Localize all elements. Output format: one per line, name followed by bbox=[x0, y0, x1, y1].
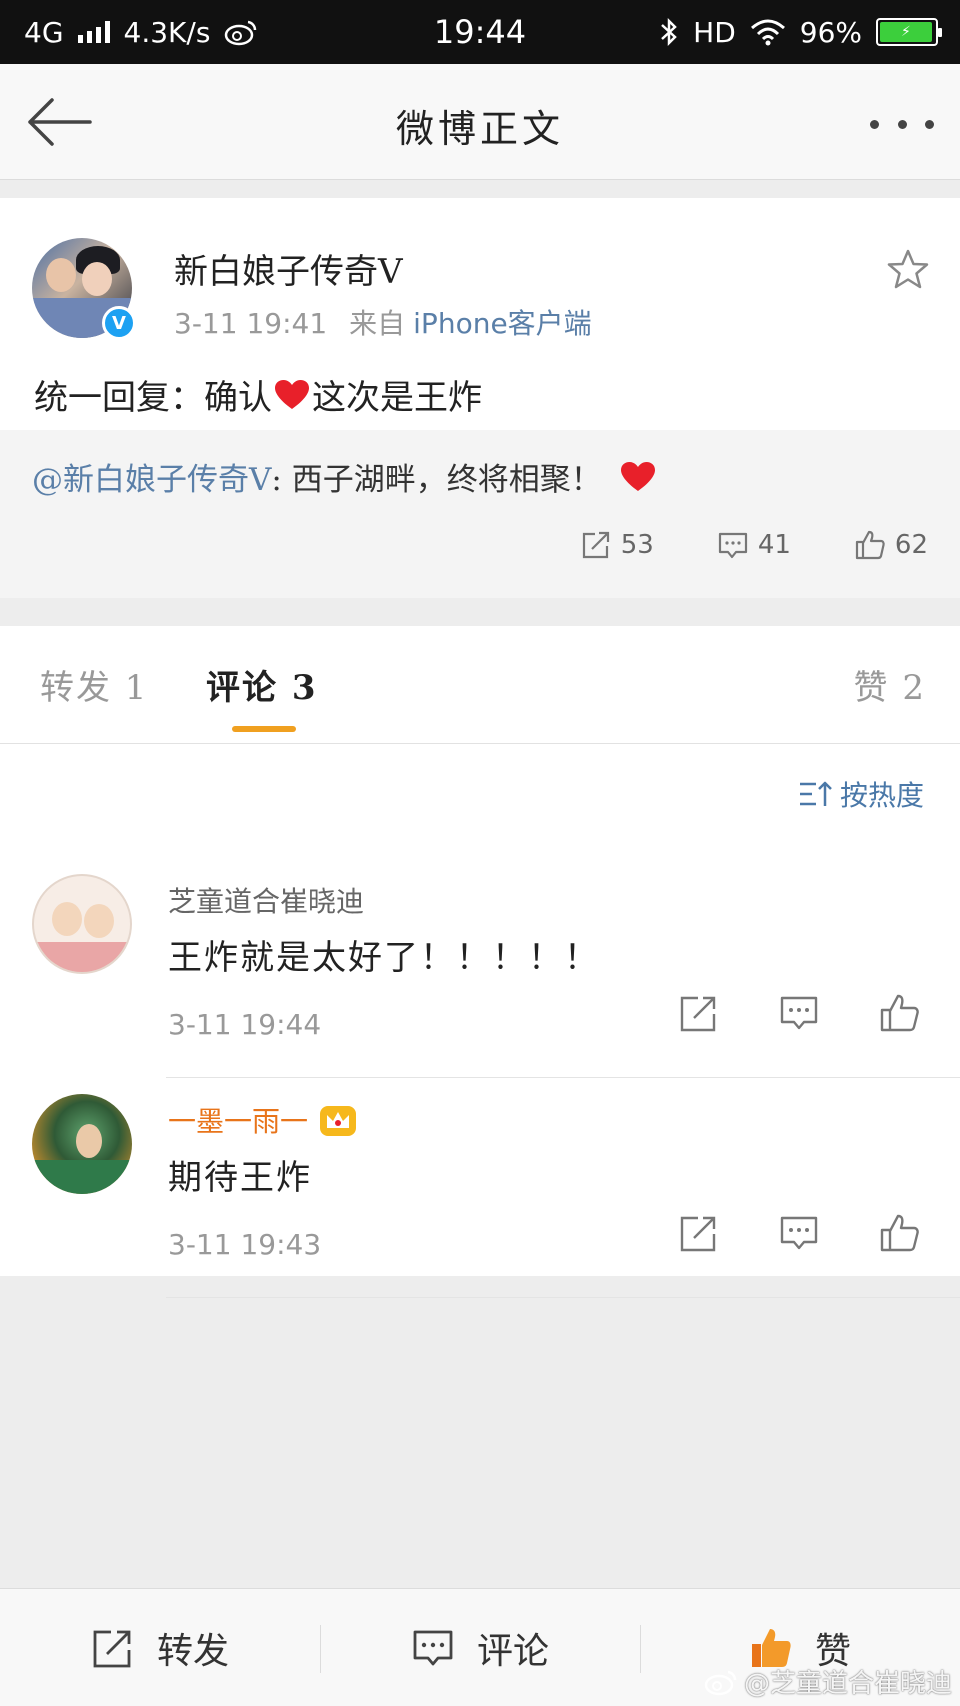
commenter-name-text: 芝童道合崔晓迪 bbox=[168, 885, 365, 918]
post-text-before: 统一回复：确认 bbox=[34, 378, 272, 418]
post-card: V 新白娘子传奇V 3-11 19:41 来自 iPhone客户端 统一回复：确认 … bbox=[0, 198, 960, 598]
battery-percent: 96% bbox=[799, 15, 862, 49]
more-dot-icon bbox=[897, 119, 907, 129]
hd-label: HD bbox=[693, 15, 736, 49]
status-right: HD 96% ⚡ bbox=[659, 15, 942, 49]
comment-count-button[interactable]: 41 bbox=[716, 528, 791, 562]
thumbs-up-icon[interactable] bbox=[878, 1212, 920, 1254]
post-author-name[interactable]: 新白娘子传奇V bbox=[174, 244, 403, 293]
comment-count: 41 bbox=[757, 530, 791, 560]
avatar-robe bbox=[34, 942, 130, 972]
share-icon[interactable] bbox=[678, 992, 720, 1034]
more-button[interactable] bbox=[870, 114, 934, 134]
like-button[interactable]: 赞 bbox=[640, 1589, 960, 1706]
repost-label: 转发 bbox=[156, 1630, 229, 1672]
tab-likes[interactable]: 赞 2 bbox=[854, 660, 926, 709]
post-text-after: 这次是王炸 bbox=[312, 378, 482, 418]
heart-icon bbox=[275, 379, 309, 409]
avatar-face bbox=[76, 1124, 102, 1158]
share-icon bbox=[93, 1630, 131, 1667]
comment-time: 3-11 19:44 bbox=[168, 1008, 322, 1041]
sort-by-hot-button[interactable]: 按热度 bbox=[798, 774, 924, 814]
comment-item: 一墨一雨一 期待王炸 3-11 19:43 bbox=[0, 1078, 960, 1298]
comment-item: 芝童道合崔晓迪 王炸就是太好了！！！！！ 3-11 19:44 bbox=[0, 858, 960, 1078]
post-source[interactable]: iPhone客户端 bbox=[413, 307, 592, 340]
sort-icon bbox=[799, 781, 832, 806]
original-post-stats: 53 41 62 bbox=[579, 528, 928, 562]
comment-icon bbox=[413, 1630, 453, 1665]
more-dot-icon bbox=[870, 119, 879, 129]
heart-icon bbox=[620, 461, 655, 491]
network-speed: 4.3K/s bbox=[123, 15, 211, 49]
comment-list: 按热度 芝童道合崔晓迪 王炸就是太好了！！！！！ 3-11 19:44 一墨一雨… bbox=[0, 744, 960, 1298]
repost-count: 53 bbox=[620, 530, 654, 560]
comment-text: 期待王炸 bbox=[168, 1158, 312, 1198]
original-post-body: : 西子湖畔，终将相聚！ bbox=[271, 462, 602, 498]
commenter-avatar[interactable] bbox=[32, 874, 132, 974]
tab-bar: 转发 1 评论 3 赞 2 bbox=[0, 626, 960, 744]
status-left: 4G 4.3K/s bbox=[24, 16, 258, 49]
status-bar: 4G 4.3K/s 19:44 HD 96% ⚡ bbox=[0, 0, 960, 64]
commenter-avatar[interactable] bbox=[32, 1094, 132, 1194]
page-title: 微博正文 bbox=[395, 107, 564, 151]
like-count-button[interactable]: 62 bbox=[853, 528, 928, 562]
comment-text: 王炸就是太好了！！！！！ bbox=[168, 938, 600, 978]
bluetooth-icon bbox=[661, 17, 677, 47]
post-time: 3-11 19:41 bbox=[174, 307, 328, 340]
avatar-robe bbox=[32, 1160, 132, 1194]
avatar-face bbox=[46, 258, 76, 292]
verified-badge-icon: V bbox=[102, 306, 136, 340]
commenter-name[interactable]: 一墨一雨一 bbox=[168, 1100, 358, 1140]
tab-comments[interactable]: 评论 3 bbox=[206, 660, 318, 709]
weibo-icon bbox=[225, 20, 257, 46]
commenter-name-text: 一墨一雨一 bbox=[168, 1105, 309, 1138]
comment-time: 3-11 19:43 bbox=[168, 1228, 322, 1261]
bottom-action-bar: 转发 评论 赞 @芝童道合崔晓迪 bbox=[0, 1588, 960, 1706]
repost-button[interactable]: 转发 bbox=[0, 1589, 320, 1706]
comment-actions bbox=[678, 1212, 920, 1254]
wifi-icon bbox=[750, 19, 785, 46]
repost-count-button[interactable]: 53 bbox=[579, 528, 654, 562]
battery-icon: ⚡ bbox=[876, 18, 942, 46]
thumbs-up-icon bbox=[855, 530, 885, 560]
battery-level: ⚡ bbox=[880, 22, 932, 42]
comment-actions bbox=[678, 992, 920, 1034]
active-tab-indicator bbox=[232, 726, 296, 732]
commenter-name[interactable]: 芝童道合崔晓迪 bbox=[168, 880, 364, 920]
comment-button[interactable]: 评论 bbox=[320, 1589, 640, 1706]
more-dot-icon bbox=[925, 119, 934, 129]
like-count: 62 bbox=[894, 530, 928, 560]
avatar-face bbox=[84, 904, 114, 938]
divider bbox=[166, 1297, 960, 1298]
network-type: 4G bbox=[24, 15, 64, 49]
post-text: 统一回复：确认 这次是王炸 bbox=[34, 370, 482, 419]
original-post-box[interactable]: @新白娘子传奇V : 西子湖畔，终将相聚！ 53 41 62 bbox=[0, 430, 960, 598]
thumbs-up-icon bbox=[751, 1628, 791, 1667]
crown-icon bbox=[320, 1106, 357, 1136]
comment-icon[interactable] bbox=[778, 992, 820, 1034]
avatar-face bbox=[82, 262, 112, 296]
comment-icon[interactable] bbox=[778, 1212, 820, 1254]
original-post-text: @新白娘子传奇V : 西子湖畔，终将相聚！ bbox=[32, 454, 658, 499]
comment-icon bbox=[718, 532, 747, 559]
nav-bar: 微博正文 bbox=[0, 64, 960, 180]
comment-label: 评论 bbox=[476, 1630, 549, 1672]
thumbs-up-icon[interactable] bbox=[878, 992, 920, 1034]
like-label: 赞 bbox=[814, 1630, 851, 1672]
sort-label: 按热度 bbox=[839, 779, 924, 812]
star-icon[interactable] bbox=[886, 248, 930, 292]
avatar-face bbox=[52, 902, 82, 936]
share-icon[interactable] bbox=[678, 1212, 720, 1254]
mention-link[interactable]: @新白娘子传奇V bbox=[32, 454, 271, 499]
post-meta: 3-11 19:41 来自 iPhone客户端 bbox=[174, 302, 592, 342]
share-icon bbox=[582, 531, 609, 559]
signal-icon bbox=[77, 21, 110, 43]
source-prefix: 来自 bbox=[349, 307, 406, 340]
tab-reposts[interactable]: 转发 1 bbox=[40, 660, 148, 709]
